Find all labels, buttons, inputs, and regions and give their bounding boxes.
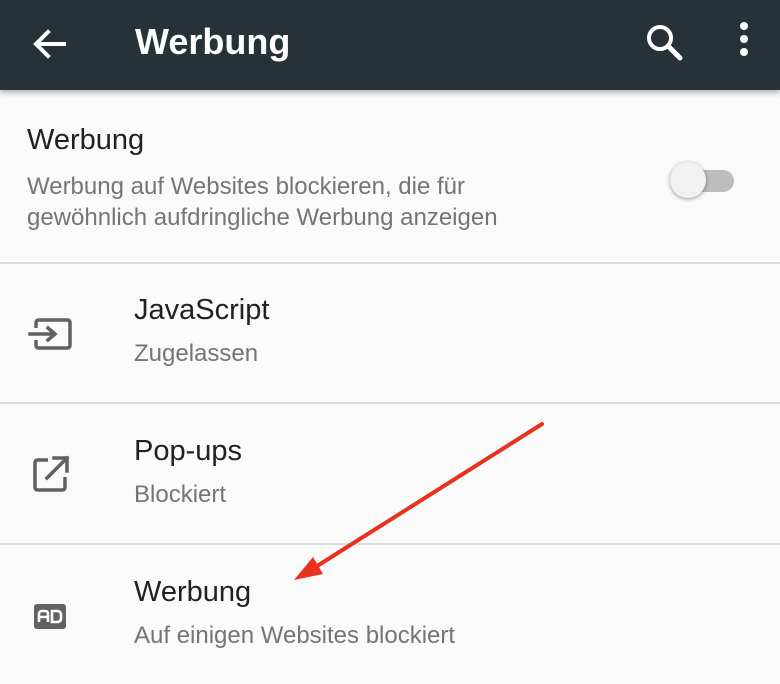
arrow-back-icon [33, 29, 66, 59]
javascript-icon [22, 306, 78, 362]
site-setting-ads[interactable]: Werbung Auf einigen Websites blockiert [0, 544, 780, 684]
ads-setting-description: Werbung auf Websites blockieren, die für… [27, 173, 498, 231]
switch-thumb [670, 162, 706, 198]
search-button[interactable] [636, 14, 692, 70]
more-vert-icon [740, 22, 748, 56]
app-bar: Werbung [0, 0, 780, 90]
list-item-subtitle: Blockiert [134, 481, 227, 508]
back-button[interactable] [24, 18, 76, 70]
search-icon [647, 25, 683, 61]
ads-toggle-switch[interactable] [668, 158, 738, 202]
list-item-subtitle: Zugelassen [134, 340, 259, 367]
list-item-title: Werbung [134, 576, 252, 608]
page-title: Werbung [135, 21, 291, 62]
ads-setting-title: Werbung [27, 124, 145, 156]
open-in-new-icon [22, 447, 78, 503]
ads-block-setting[interactable]: Werbung Werbung auf Websites blockieren,… [0, 92, 780, 264]
site-setting-javascript[interactable]: JavaScript Zugelassen [0, 262, 780, 404]
more-options-button[interactable] [716, 14, 772, 70]
site-setting-popups[interactable]: Pop-ups Blockiert [0, 403, 780, 545]
list-item-subtitle: Auf einigen Websites blockiert [134, 622, 456, 649]
ad-icon [22, 588, 78, 644]
list-item-title: Pop-ups [134, 435, 243, 467]
list-item-title: JavaScript [134, 294, 270, 326]
